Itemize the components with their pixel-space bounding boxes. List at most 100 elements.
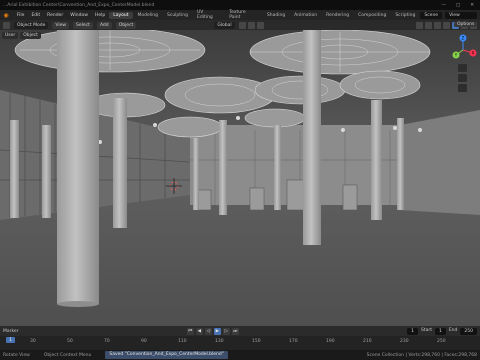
gizmo-z-label: Z (462, 36, 465, 41)
tab-rendering[interactable]: Rendering (322, 12, 353, 19)
view-layer-field[interactable]: View Layer (445, 11, 478, 25)
ruler-tick: 30 (30, 339, 36, 344)
column (193, 138, 199, 210)
foreground-column (57, 30, 99, 304)
tab-layout[interactable]: Layout (109, 11, 133, 19)
scene-field[interactable]: Scene (420, 11, 443, 19)
start-label: Start (420, 327, 432, 333)
play-reverse-icon[interactable]: ◁ (204, 327, 212, 335)
add-menu[interactable]: Add (96, 21, 112, 29)
start-frame-field[interactable]: 1 (434, 327, 446, 335)
timeline-ruler[interactable]: 1 30 50 70 90 110 130 150 170 190 210 23… (0, 336, 480, 350)
object-menu[interactable]: Object (115, 21, 137, 29)
select-menu[interactable]: Select (73, 21, 93, 29)
frame-range: 1 Start 1 End 250 (407, 327, 477, 335)
zoom-icon (458, 64, 467, 72)
right-wall (400, 110, 480, 215)
window-title: ...Arial Exhibition Center\Convention_An… (3, 2, 155, 8)
proportional-edit-icon[interactable] (256, 21, 264, 29)
column (219, 120, 227, 215)
jump-start-icon[interactable]: ⏮ (186, 327, 194, 335)
menu-window[interactable]: Window (67, 13, 91, 18)
camera-view-icon (458, 84, 467, 92)
tab-animation[interactable]: Animation (290, 12, 321, 19)
top-menu-bar: ◉ File Edit Render Window Help Layout Mo… (0, 10, 480, 25)
column (397, 118, 404, 210)
transform-orientation-select[interactable]: Global (214, 21, 235, 29)
hall-door-2 (249, 187, 265, 211)
tab-sculpting[interactable]: Sculpting (163, 12, 192, 19)
column (113, 98, 127, 228)
menu-file[interactable]: File (14, 13, 28, 18)
next-key-icon[interactable]: ▷ (222, 327, 230, 335)
gizmo-y-label: Y (454, 53, 458, 58)
tab-compositing[interactable]: Compositing (354, 12, 390, 19)
ruler-tick: 70 (104, 339, 110, 344)
column (42, 125, 51, 218)
saved-notification: Saved "Convention_And_Expo_CenterModel.b… (105, 351, 228, 359)
menu-render[interactable]: Render (44, 13, 66, 18)
tab-shading[interactable]: Shading (263, 12, 289, 19)
blender-logo-icon[interactable]: ◉ (2, 12, 10, 19)
status-context-menu: Object Context Menu (43, 352, 92, 358)
pan-hand-icon (458, 74, 467, 82)
pivot-icon[interactable] (238, 21, 246, 29)
marker-menu[interactable]: Marker (3, 329, 19, 334)
menu-edit[interactable]: Edit (28, 13, 43, 18)
playback-controls: ⏮ ◀ ◁ ▶ ▷ ⏭ (186, 327, 239, 335)
xray-icon[interactable] (443, 21, 450, 29)
timeline-header: Marker ⏮ ◀ ◁ ▶ ▷ ⏭ 1 Start 1 End 250 (0, 326, 480, 336)
playhead[interactable]: 1 (6, 337, 15, 343)
menu-help[interactable]: Help (92, 13, 108, 18)
close-button[interactable]: ✕ (470, 3, 474, 8)
gizmo-x-label: X (472, 51, 475, 56)
viewport-overlay-tools: User Object (2, 32, 41, 39)
view-label: User (2, 32, 19, 39)
object-label: Object (20, 32, 41, 39)
scene-render (0, 30, 480, 326)
tab-modeling[interactable]: Modeling (134, 12, 162, 19)
ceiling-disc (254, 75, 346, 105)
editor-type-icon[interactable] (3, 21, 10, 29)
prev-key-icon[interactable]: ◀ (195, 327, 203, 335)
maximize-button[interactable]: □ (456, 3, 460, 8)
column (371, 100, 382, 220)
column (274, 125, 281, 210)
viewport-header: Object Mode View Select Add Object Globa… (0, 20, 480, 30)
ruler-tick: 170 (289, 339, 298, 344)
ceiling-disc (339, 70, 421, 100)
minimize-button[interactable]: — (441, 3, 446, 8)
overlay-icon[interactable] (434, 21, 441, 29)
gizmo-toggle-icon[interactable] (425, 21, 432, 29)
tab-scripting[interactable]: Scripting (391, 12, 419, 19)
ruler-tick: 250 (437, 339, 446, 344)
navigation-gizmo[interactable]: Z Y X (448, 34, 478, 94)
status-bar: Rotate View Object Context Menu Saved "C… (0, 350, 480, 360)
mode-select[interactable]: Object Mode (14, 21, 49, 29)
scene-stats: Scene Collection | Verts:298,760 | Faces… (366, 352, 477, 358)
end-label: End (448, 327, 458, 333)
ruler-tick: 90 (141, 339, 147, 344)
ruler-tick: 50 (67, 339, 73, 344)
ceiling-disc (244, 108, 306, 128)
ruler-tick: 230 (400, 339, 409, 344)
play-icon[interactable]: ▶ (213, 327, 221, 335)
ruler-tick: 150 (252, 339, 261, 344)
3d-viewport[interactable] (0, 30, 480, 326)
current-frame-field[interactable]: 1 (407, 327, 418, 335)
options-dropdown[interactable]: Options (454, 21, 478, 28)
view-menu[interactable]: View (52, 21, 70, 29)
scene-selectors: Scene View Layer (420, 11, 480, 25)
visibility-icon[interactable] (416, 21, 423, 29)
hall-door-1 (196, 189, 212, 211)
snapping-icons (238, 21, 264, 29)
options-label[interactable]: Options (454, 22, 478, 27)
jump-end-icon[interactable]: ⏭ (231, 327, 239, 335)
hall-door-4 (342, 184, 358, 211)
snap-icon[interactable] (247, 21, 255, 29)
ruler-tick: 190 (326, 339, 335, 344)
column (10, 120, 19, 218)
ruler-tick: 110 (178, 339, 187, 344)
ceiling-disc (157, 116, 223, 138)
end-frame-field[interactable]: 250 (460, 327, 477, 335)
